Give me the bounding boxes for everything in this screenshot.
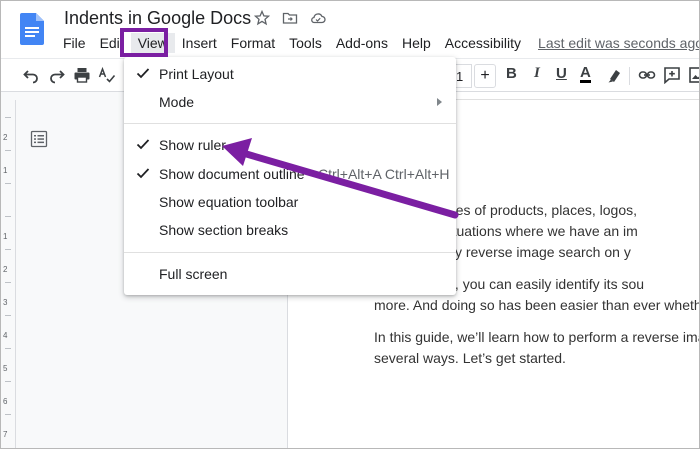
insert-link-icon[interactable] [638,66,656,84]
insert-image-icon[interactable] [688,66,700,84]
vertical-ruler-tick [5,249,11,250]
menu-item-label: Show document outline [159,166,305,182]
vertical-ruler-label: 3 [3,298,8,307]
menu-help[interactable]: Help [395,33,438,53]
spellcheck-icon[interactable] [98,66,116,84]
vertical-ruler-label: 6 [3,397,8,406]
vertical-ruler-label: 5 [3,364,8,373]
font-size-increase-button[interactable]: + [474,64,496,88]
vertical-ruler[interactable]: 2 1 1 2 3 4 5 6 7 [0,100,16,449]
menu-item-full-screen[interactable]: Full screen [124,261,456,287]
menu-item-show-document-outline[interactable]: Show document outline Ctrl+Alt+A Ctrl+Al… [124,161,456,187]
title-actions [253,9,326,26]
vertical-ruler-tick [5,216,11,217]
text-color-button[interactable]: A [580,65,591,83]
menu-item-print-layout[interactable]: Print Layout [124,61,456,87]
paragraph-line: In this guide, we’ll learn how to perfor… [374,329,700,345]
menu-item-label: Mode [159,94,195,110]
vertical-ruler-label: 1 [3,232,8,241]
vertical-ruler-tick [5,348,11,349]
menu-item-show-section-breaks[interactable]: Show section breaks [124,217,456,243]
vertical-ruler-label: 2 [3,133,8,142]
document-title[interactable]: Indents in Google Docs [64,8,251,29]
menu-view[interactable]: View [130,33,175,53]
vertical-ruler-tick [5,414,11,415]
vertical-ruler-tick [5,315,11,316]
menu-item-shortcut: Ctrl+Alt+A Ctrl+Alt+H [318,166,450,182]
vertical-ruler-label: 7 [3,430,8,439]
underline-button[interactable]: U [556,65,567,82]
menu-edit[interactable]: Edit [93,33,131,53]
vertical-ruler-tick [5,150,11,151]
vertical-ruler-label: 1 [3,166,8,175]
google-docs-logo-icon[interactable] [20,13,44,45]
title-bar: Indents in Google Docs File Edit View In… [0,0,700,58]
view-menu-dropdown: Print Layout Mode Show ruler Show docume… [124,57,456,295]
vertical-ruler-label: 2 [3,265,8,274]
paragraph-line: more. And doing so has been easier than … [374,297,700,313]
insert-comment-icon[interactable] [663,66,681,84]
vertical-ruler-tick [5,381,11,382]
vertical-ruler-tick [5,282,11,283]
menu-addons[interactable]: Add-ons [329,33,395,53]
star-icon[interactable] [253,9,271,26]
bold-button[interactable]: B [506,65,517,82]
menu-item-label: Show equation toolbar [159,194,299,210]
document-outline-icon[interactable] [30,130,48,148]
menu-separator [124,123,456,124]
print-icon[interactable] [73,66,91,84]
menu-item-mode[interactable]: Mode [124,89,456,115]
menu-bar: File Edit View Insert Format Tools Add-o… [56,32,700,54]
menu-separator [124,252,456,253]
toolbar-separator [629,67,630,85]
undo-icon[interactable] [22,66,40,84]
menu-accessibility[interactable]: Accessibility [438,33,528,53]
menu-item-label: Show ruler [159,137,226,153]
redo-icon[interactable] [48,66,66,84]
menu-file[interactable]: File [56,33,93,53]
vertical-ruler-tick [5,117,11,118]
checkmark-icon [136,68,150,79]
vertical-ruler-tick [5,183,11,184]
menu-item-label: Print Layout [159,66,234,82]
checkmark-icon [136,139,150,150]
move-folder-icon[interactable] [282,10,298,26]
menu-item-show-equation-toolbar[interactable]: Show equation toolbar [124,189,456,215]
menu-item-label: Full screen [159,266,228,282]
checkmark-icon [136,168,150,179]
paragraph-line: several ways. Let’s get started. [374,350,566,366]
menu-item-show-ruler[interactable]: Show ruler [124,132,456,158]
menu-tools[interactable]: Tools [282,33,329,53]
menu-insert[interactable]: Insert [175,33,224,53]
highlight-color-icon[interactable] [606,66,624,84]
menu-item-label: Show section breaks [159,222,289,238]
submenu-arrow-icon [437,98,442,106]
cloud-status-icon[interactable] [310,10,326,26]
italic-button[interactable]: I [534,65,540,82]
last-edit-link[interactable]: Last edit was seconds ago [528,33,700,53]
menu-format[interactable]: Format [224,33,282,53]
vertical-ruler-label: 4 [3,331,8,340]
